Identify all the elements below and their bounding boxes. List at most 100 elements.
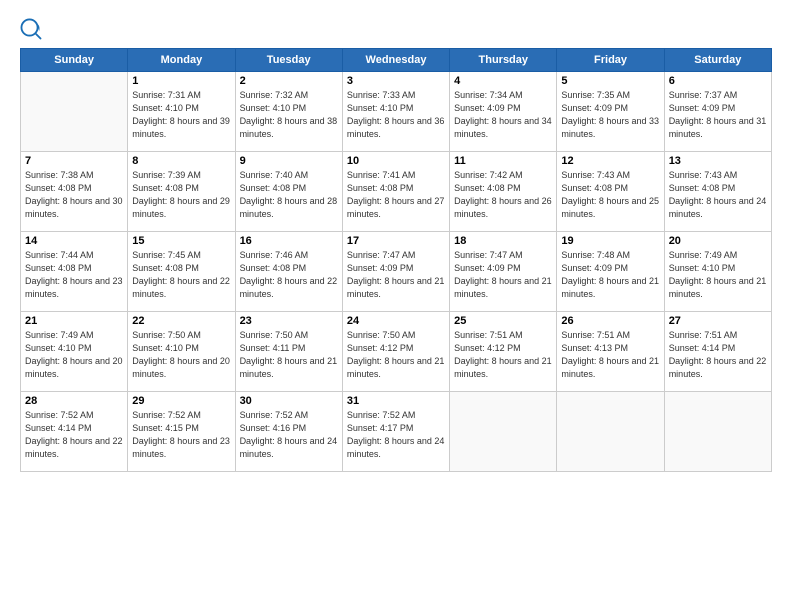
day-info: Sunrise: 7:50 AMSunset: 4:11 PMDaylight:… bbox=[240, 329, 338, 381]
day-info: Sunrise: 7:46 AMSunset: 4:08 PMDaylight:… bbox=[240, 249, 338, 301]
day-number: 12 bbox=[561, 155, 659, 167]
calendar-cell-1-1: 8 Sunrise: 7:39 AMSunset: 4:08 PMDaylight… bbox=[128, 152, 235, 232]
day-number: 6 bbox=[669, 75, 767, 87]
calendar-week-row-1: 7 Sunrise: 7:38 AMSunset: 4:08 PMDaylight… bbox=[21, 152, 772, 232]
calendar-table: SundayMondayTuesdayWednesdayThursdayFrid… bbox=[20, 48, 772, 472]
day-number: 15 bbox=[132, 235, 230, 247]
calendar-header-saturday: Saturday bbox=[664, 49, 771, 72]
calendar-cell-3-0: 21 Sunrise: 7:49 AMSunset: 4:10 PMDayligh… bbox=[21, 312, 128, 392]
day-number: 23 bbox=[240, 315, 338, 327]
day-number: 9 bbox=[240, 155, 338, 167]
calendar-cell-2-2: 16 Sunrise: 7:46 AMSunset: 4:08 PMDayligh… bbox=[235, 232, 342, 312]
day-info: Sunrise: 7:32 AMSunset: 4:10 PMDaylight:… bbox=[240, 89, 338, 141]
day-info: Sunrise: 7:42 AMSunset: 4:08 PMDaylight:… bbox=[454, 169, 552, 221]
calendar-cell-4-3: 31 Sunrise: 7:52 AMSunset: 4:17 PMDayligh… bbox=[342, 392, 449, 472]
day-info: Sunrise: 7:47 AMSunset: 4:09 PMDaylight:… bbox=[347, 249, 445, 301]
day-number: 16 bbox=[240, 235, 338, 247]
day-info: Sunrise: 7:40 AMSunset: 4:08 PMDaylight:… bbox=[240, 169, 338, 221]
day-number: 1 bbox=[132, 75, 230, 87]
calendar-cell-1-2: 9 Sunrise: 7:40 AMSunset: 4:08 PMDaylight… bbox=[235, 152, 342, 232]
calendar-cell-3-6: 27 Sunrise: 7:51 AMSunset: 4:14 PMDayligh… bbox=[664, 312, 771, 392]
day-info: Sunrise: 7:43 AMSunset: 4:08 PMDaylight:… bbox=[561, 169, 659, 221]
day-number: 17 bbox=[347, 235, 445, 247]
day-number: 31 bbox=[347, 395, 445, 407]
day-number: 26 bbox=[561, 315, 659, 327]
day-number: 7 bbox=[25, 155, 123, 167]
calendar-week-row-4: 28 Sunrise: 7:52 AMSunset: 4:14 PMDayligh… bbox=[21, 392, 772, 472]
day-number: 8 bbox=[132, 155, 230, 167]
day-number: 24 bbox=[347, 315, 445, 327]
calendar-cell-3-3: 24 Sunrise: 7:50 AMSunset: 4:12 PMDayligh… bbox=[342, 312, 449, 392]
calendar-cell-3-1: 22 Sunrise: 7:50 AMSunset: 4:10 PMDayligh… bbox=[128, 312, 235, 392]
day-info: Sunrise: 7:49 AMSunset: 4:10 PMDaylight:… bbox=[25, 329, 123, 381]
day-number: 14 bbox=[25, 235, 123, 247]
day-info: Sunrise: 7:43 AMSunset: 4:08 PMDaylight:… bbox=[669, 169, 767, 221]
day-number: 25 bbox=[454, 315, 552, 327]
day-info: Sunrise: 7:44 AMSunset: 4:08 PMDaylight:… bbox=[25, 249, 123, 301]
calendar-cell-1-0: 7 Sunrise: 7:38 AMSunset: 4:08 PMDaylight… bbox=[21, 152, 128, 232]
calendar-cell-0-2: 2 Sunrise: 7:32 AMSunset: 4:10 PMDaylight… bbox=[235, 72, 342, 152]
day-info: Sunrise: 7:51 AMSunset: 4:14 PMDaylight:… bbox=[669, 329, 767, 381]
day-number: 10 bbox=[347, 155, 445, 167]
day-number: 27 bbox=[669, 315, 767, 327]
day-info: Sunrise: 7:31 AMSunset: 4:10 PMDaylight:… bbox=[132, 89, 230, 141]
calendar-cell-1-4: 11 Sunrise: 7:42 AMSunset: 4:08 PMDayligh… bbox=[450, 152, 557, 232]
day-number: 11 bbox=[454, 155, 552, 167]
calendar-week-row-3: 21 Sunrise: 7:49 AMSunset: 4:10 PMDayligh… bbox=[21, 312, 772, 392]
day-number: 21 bbox=[25, 315, 123, 327]
calendar-cell-3-4: 25 Sunrise: 7:51 AMSunset: 4:12 PMDayligh… bbox=[450, 312, 557, 392]
calendar-cell-0-1: 1 Sunrise: 7:31 AMSunset: 4:10 PMDaylight… bbox=[128, 72, 235, 152]
calendar-header-sunday: Sunday bbox=[21, 49, 128, 72]
day-number: 18 bbox=[454, 235, 552, 247]
calendar-cell-0-5: 5Sunrise: 7:35 AMSunset: 4:09 PMDaylight… bbox=[557, 72, 664, 152]
day-info: Sunrise: 7:33 AMSunset: 4:10 PMDaylight:… bbox=[347, 89, 445, 141]
calendar-cell-4-2: 30Sunrise: 7:52 AMSunset: 4:16 PMDayligh… bbox=[235, 392, 342, 472]
day-info: Sunrise: 7:51 AMSunset: 4:13 PMDaylight:… bbox=[561, 329, 659, 381]
day-info: Sunrise: 7:52 AMSunset: 4:17 PMDaylight:… bbox=[347, 409, 445, 461]
day-number: 2 bbox=[240, 75, 338, 87]
day-info: Sunrise: 7:38 AMSunset: 4:08 PMDaylight:… bbox=[25, 169, 123, 221]
calendar-cell-4-1: 29 Sunrise: 7:52 AMSunset: 4:15 PMDayligh… bbox=[128, 392, 235, 472]
day-info: Sunrise: 7:48 AMSunset: 4:09 PMDaylight:… bbox=[561, 249, 659, 301]
calendar-cell-2-3: 17 Sunrise: 7:47 AMSunset: 4:09 PMDayligh… bbox=[342, 232, 449, 312]
day-number: 3 bbox=[347, 75, 445, 87]
calendar-cell-1-3: 10 Sunrise: 7:41 AMSunset: 4:08 PMDayligh… bbox=[342, 152, 449, 232]
day-info: Sunrise: 7:35 AMSunset: 4:09 PMDaylight:… bbox=[561, 89, 659, 141]
calendar-week-row-2: 14 Sunrise: 7:44 AMSunset: 4:08 PMDayligh… bbox=[21, 232, 772, 312]
day-number: 29 bbox=[132, 395, 230, 407]
day-info: Sunrise: 7:39 AMSunset: 4:08 PMDaylight:… bbox=[132, 169, 230, 221]
calendar-header-tuesday: Tuesday bbox=[235, 49, 342, 72]
calendar-cell-2-5: 19Sunrise: 7:48 AMSunset: 4:09 PMDayligh… bbox=[557, 232, 664, 312]
day-number: 30 bbox=[240, 395, 338, 407]
day-info: Sunrise: 7:41 AMSunset: 4:08 PMDaylight:… bbox=[347, 169, 445, 221]
logo bbox=[20, 18, 46, 40]
calendar-cell-0-3: 3 Sunrise: 7:33 AMSunset: 4:10 PMDaylight… bbox=[342, 72, 449, 152]
calendar-cell-2-6: 20Sunrise: 7:49 AMSunset: 4:10 PMDayligh… bbox=[664, 232, 771, 312]
calendar-cell-1-5: 12 Sunrise: 7:43 AMSunset: 4:08 PMDayligh… bbox=[557, 152, 664, 232]
day-info: Sunrise: 7:37 AMSunset: 4:09 PMDaylight:… bbox=[669, 89, 767, 141]
calendar-cell-2-4: 18Sunrise: 7:47 AMSunset: 4:09 PMDayligh… bbox=[450, 232, 557, 312]
calendar-header-thursday: Thursday bbox=[450, 49, 557, 72]
day-number: 13 bbox=[669, 155, 767, 167]
logo-icon bbox=[20, 18, 42, 40]
day-info: Sunrise: 7:50 AMSunset: 4:10 PMDaylight:… bbox=[132, 329, 230, 381]
day-number: 22 bbox=[132, 315, 230, 327]
day-info: Sunrise: 7:52 AMSunset: 4:15 PMDaylight:… bbox=[132, 409, 230, 461]
calendar-header-row: SundayMondayTuesdayWednesdayThursdayFrid… bbox=[21, 49, 772, 72]
calendar-cell-0-4: 4 Sunrise: 7:34 AMSunset: 4:09 PMDaylight… bbox=[450, 72, 557, 152]
day-number: 4 bbox=[454, 75, 552, 87]
day-info: Sunrise: 7:51 AMSunset: 4:12 PMDaylight:… bbox=[454, 329, 552, 381]
day-info: Sunrise: 7:52 AMSunset: 4:14 PMDaylight:… bbox=[25, 409, 123, 461]
day-info: Sunrise: 7:50 AMSunset: 4:12 PMDaylight:… bbox=[347, 329, 445, 381]
calendar-cell-4-5 bbox=[557, 392, 664, 472]
calendar-week-row-0: 1 Sunrise: 7:31 AMSunset: 4:10 PMDaylight… bbox=[21, 72, 772, 152]
day-number: 20 bbox=[669, 235, 767, 247]
calendar-cell-1-6: 13 Sunrise: 7:43 AMSunset: 4:08 PMDayligh… bbox=[664, 152, 771, 232]
calendar-cell-2-0: 14 Sunrise: 7:44 AMSunset: 4:08 PMDayligh… bbox=[21, 232, 128, 312]
calendar-header-wednesday: Wednesday bbox=[342, 49, 449, 72]
day-info: Sunrise: 7:34 AMSunset: 4:09 PMDaylight:… bbox=[454, 89, 552, 141]
calendar-cell-4-0: 28 Sunrise: 7:52 AMSunset: 4:14 PMDayligh… bbox=[21, 392, 128, 472]
calendar-cell-3-2: 23 Sunrise: 7:50 AMSunset: 4:11 PMDayligh… bbox=[235, 312, 342, 392]
calendar-cell-3-5: 26 Sunrise: 7:51 AMSunset: 4:13 PMDayligh… bbox=[557, 312, 664, 392]
day-number: 28 bbox=[25, 395, 123, 407]
